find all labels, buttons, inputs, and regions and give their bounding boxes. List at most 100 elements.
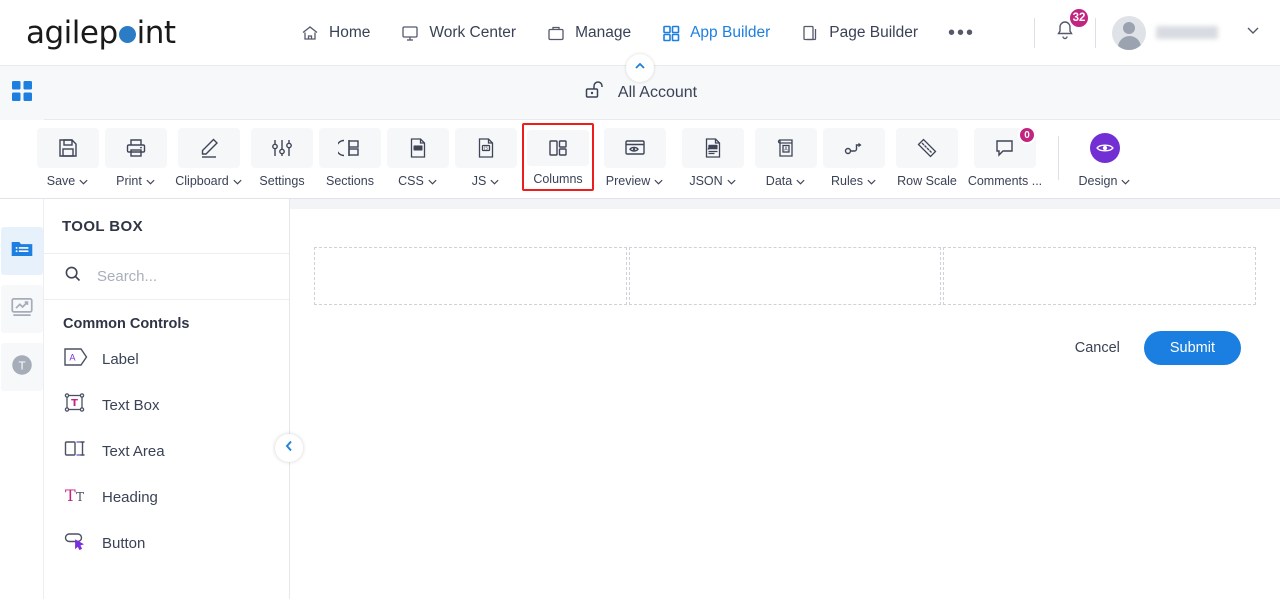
toolbar-button-js[interactable]: JS JS — [452, 126, 520, 188]
nav-item-page-builder[interactable]: Page Builder — [800, 23, 918, 43]
toolbox-item-label[interactable]: A Label — [44, 336, 289, 382]
toolbar-button-data[interactable]: A Data — [752, 126, 820, 188]
toolbar-button-clipboard[interactable]: Clipboard — [170, 126, 248, 188]
toolbar-label-clipboard: Clipboard — [175, 174, 229, 188]
textarea-icon — [63, 438, 89, 464]
svg-text:A: A — [69, 354, 76, 364]
nav-item-home[interactable]: Home — [300, 23, 370, 43]
agilepoint-logo[interactable]: agilep int — [0, 15, 300, 51]
account-bar-collapse-button[interactable] — [626, 54, 654, 82]
toolbox-item-heading[interactable]: T T Heading — [44, 474, 289, 520]
chevron-down-icon — [79, 179, 88, 185]
toolbox-search-row — [44, 254, 289, 300]
columns-icon — [527, 130, 589, 166]
css-file-icon: CSS — [387, 128, 449, 168]
toolbox-title: TOOL BOX — [44, 199, 289, 254]
toolbar-button-rules[interactable]: Rules — [820, 126, 888, 188]
toolbar-label-json: JSON — [689, 174, 723, 188]
toolbar-button-comments[interactable]: 0 Comments ... — [966, 126, 1044, 188]
form-sheet: Cancel Submit — [290, 209, 1280, 599]
printer-icon — [105, 128, 167, 168]
chevron-down-icon — [654, 179, 663, 185]
toolbar-button-design[interactable]: Design — [1071, 126, 1139, 188]
toolbar-label-design: Design — [1078, 174, 1118, 188]
chevron-down-icon — [867, 179, 876, 185]
toolbar-label-preview: Preview — [605, 174, 651, 188]
username-label — [1156, 26, 1218, 39]
toolbar-button-css[interactable]: CSS CSS — [384, 126, 452, 188]
nav-item-work-center[interactable]: Work Center — [400, 23, 516, 43]
svg-text:CSS: CSS — [414, 146, 423, 151]
toolbox-item-text-area[interactable]: Text Area — [44, 428, 289, 474]
search-input[interactable] — [95, 267, 255, 286]
nav-more-button[interactable]: ••• — [948, 23, 975, 43]
rules-flow-icon — [823, 128, 885, 168]
submit-button[interactable]: Submit — [1143, 331, 1241, 365]
column-dropzone-2[interactable] — [628, 247, 942, 305]
toolbar-button-print[interactable]: Print — [102, 126, 170, 188]
logo-text-before: agilep — [26, 14, 118, 51]
notification-badge: 32 — [1068, 7, 1090, 29]
toolbar-label-row-scale: Row Scale — [897, 174, 957, 188]
monitor-icon — [400, 23, 420, 43]
account-title: All Account — [617, 83, 698, 101]
pages-icon — [800, 23, 820, 43]
main-navigation: Home Work Center Manage App Builder Page… — [300, 23, 1018, 43]
cancel-button[interactable]: Cancel — [1063, 334, 1132, 362]
svg-text:JSON: JSON — [708, 145, 718, 149]
chevron-down-icon — [1121, 179, 1131, 185]
nav-item-manage[interactable]: Manage — [546, 23, 631, 43]
nav-item-app-builder[interactable]: App Builder — [661, 23, 770, 43]
toolbar-label-print: Print — [116, 174, 142, 188]
svg-text:T: T — [76, 490, 84, 504]
toolbar-button-row-scale[interactable]: Row Scale — [888, 126, 966, 188]
chart-monitor-icon — [9, 294, 35, 325]
letter-t-icon: T — [9, 352, 35, 383]
js-file-icon: JS — [455, 128, 517, 168]
toolbar-label-columns: Columns — [533, 172, 583, 186]
toolbar-button-json[interactable]: JSON JSON — [674, 126, 752, 188]
user-menu-chevron-down-icon[interactable] — [1244, 21, 1262, 44]
notifications-button[interactable]: 32 — [1051, 7, 1090, 49]
rail-item-toolbox[interactable] — [0, 227, 43, 275]
toolbox-panel: TOOL BOX Common Controls A Label — [44, 199, 303, 599]
toolbar-button-sections[interactable]: Sections — [316, 126, 384, 188]
app-grid-button[interactable] — [0, 66, 44, 120]
toolbar-button-settings[interactable]: Settings — [248, 126, 316, 188]
svg-text:JS: JS — [483, 146, 488, 151]
header-right-section: 32 — [1018, 7, 1280, 50]
toolbar-button-preview[interactable]: Preview — [596, 126, 674, 188]
nav-label-home: Home — [329, 23, 371, 41]
designer-toolbar: Save Print Clipboard Settings Sections C… — [0, 120, 1280, 199]
comments-badge: 0 — [1018, 126, 1036, 144]
rail-item-analytics[interactable] — [0, 285, 43, 333]
nav-label-manage: Manage — [575, 23, 632, 41]
toolbar-button-save[interactable]: Save — [34, 126, 102, 188]
header-divider-2 — [1095, 17, 1096, 48]
header-divider-1 — [1034, 17, 1035, 48]
data-book-icon: A — [755, 128, 817, 168]
toolbar-divider — [1058, 136, 1059, 180]
column-dropzone-1[interactable] — [314, 247, 627, 305]
toolbox-item-button[interactable]: Button — [44, 520, 289, 566]
unlock-icon — [583, 78, 607, 107]
form-canvas: Cancel Submit — [290, 199, 1280, 599]
rail-item-theme[interactable]: T — [0, 343, 43, 391]
nav-label-page-builder: Page Builder — [829, 23, 918, 41]
toolbar-button-columns[interactable]: Columns — [522, 123, 594, 191]
chevron-down-icon — [490, 179, 499, 185]
account-bar: All Account — [0, 54, 1280, 120]
svg-text:T: T — [65, 486, 76, 505]
toolbar-label-settings: Settings — [259, 174, 305, 188]
toolbox-collapse-button[interactable] — [275, 434, 303, 462]
account-title-group[interactable]: All Account — [583, 78, 697, 107]
briefcase-icon — [546, 23, 566, 43]
avatar[interactable] — [1112, 15, 1146, 50]
nav-label-work-center: Work Center — [429, 23, 517, 41]
form-actions: Cancel Submit — [314, 331, 1256, 365]
toolbox-item-heading-text: Heading — [102, 488, 158, 506]
toolbox-item-text-box[interactable]: T Text Box — [44, 382, 289, 428]
svg-text:T: T — [71, 398, 78, 409]
column-dropzone-3[interactable] — [943, 247, 1257, 305]
chevron-down-icon — [428, 179, 437, 185]
